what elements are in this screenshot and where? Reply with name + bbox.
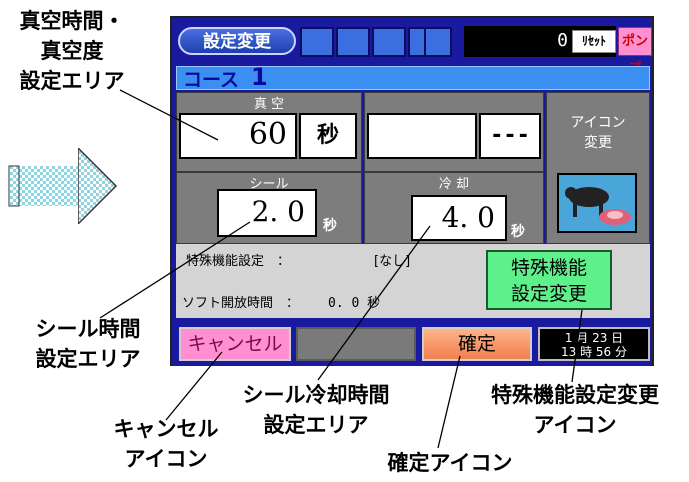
- cow-meat-icon[interactable]: [557, 173, 637, 233]
- callout-line: シール冷却時間: [242, 383, 390, 407]
- blank-cell: [336, 27, 370, 57]
- icon-change-line: 変更: [584, 135, 612, 151]
- cooling-time-value: 4. 0: [441, 201, 495, 234]
- cancel-button[interactable]: キャンセル: [179, 327, 291, 361]
- special-func-value: [なし]: [374, 254, 411, 269]
- seal-panel: シール 2. 0 秒: [176, 172, 362, 244]
- reset-button[interactable]: ﾘｾｯﾄ: [572, 30, 616, 53]
- blank-button: [296, 327, 416, 361]
- screen-footer: キャンセル 確定 1 月 23 日 13 時 56 分: [172, 322, 652, 366]
- course-bar: コース 1: [176, 63, 650, 91]
- date-time-display: 1 月 23 日 13 時 56 分: [538, 327, 650, 361]
- cooling-unit: 秒: [511, 224, 525, 240]
- seal-time-input[interactable]: 2. 0: [217, 189, 317, 237]
- counter-value: 0: [557, 30, 568, 51]
- callout-line: キャンセル: [113, 417, 219, 441]
- callout-line: 特殊機能設定変更: [491, 383, 659, 407]
- blank-cell: [300, 27, 334, 57]
- callout-line: アイコン: [124, 447, 208, 471]
- leader-line: [437, 355, 461, 449]
- arrow-outline-icon: [8, 165, 20, 207]
- cooling-panel: 冷 却 4. 0 秒: [364, 172, 544, 244]
- vacuum-level-unit: ---: [490, 123, 530, 148]
- icon-change-line: アイコン: [570, 115, 626, 131]
- vacuum-level-input[interactable]: [367, 113, 477, 159]
- vacuum-panel: 真 空 60 秒: [176, 92, 362, 172]
- confirm-button[interactable]: 確定: [422, 327, 532, 361]
- callout-seal-cool-area: シール冷却時間 設定エリア: [226, 380, 406, 440]
- screen-header: 設定変更 0 ﾘｾｯﾄ ポンプ: [172, 18, 652, 76]
- blank-cell: [424, 27, 452, 57]
- seal-unit: 秒: [323, 218, 337, 234]
- callout-line: 設定エリア: [35, 347, 141, 371]
- course-label: コース: [183, 69, 240, 91]
- right-arrow-shape: [10, 166, 82, 206]
- settings-change-button[interactable]: 設定変更: [178, 27, 296, 55]
- icon-change-panel[interactable]: アイコン 変更: [546, 92, 650, 244]
- course-number: 1: [251, 63, 268, 91]
- vacuum-time-input[interactable]: 60: [179, 113, 297, 159]
- special-func-line: 設定変更: [510, 283, 587, 305]
- soft-release-label: ソフト開放時間 ：: [182, 296, 300, 311]
- vacuum-title: 真 空: [253, 97, 285, 112]
- callout-confirm-icon: 確定アイコン: [370, 448, 530, 478]
- vacuum-level-unit-box: ---: [479, 113, 541, 159]
- callout-line: アイコン: [533, 413, 617, 437]
- callout-line: 設定エリア: [263, 413, 369, 437]
- vacuum-unit-box: 秒: [299, 113, 357, 159]
- special-func-label: 特殊機能設定 ：: [186, 254, 291, 269]
- cooling-title: 冷 却: [438, 177, 470, 192]
- soft-release-value: 0. 0 秒: [328, 296, 381, 311]
- callout-line: 確定アイコン: [387, 451, 513, 475]
- control-panel-screen: 設定変更 0 ﾘｾｯﾄ ポンプ コース 1 真 空 60 秒 --- アイコン: [170, 16, 654, 366]
- blank-cell: [372, 27, 406, 57]
- vacuum-unit: 秒: [316, 123, 339, 148]
- callout-line: 真空度: [40, 39, 104, 63]
- arrow-head-icon: [78, 148, 118, 224]
- cycle-counter: 0 ﾘｾｯﾄ: [464, 26, 616, 57]
- callout-line: 設定エリア: [19, 69, 125, 93]
- special-func-change-button[interactable]: 特殊機能 設定変更: [486, 250, 612, 310]
- pump-button[interactable]: ポンプ: [618, 27, 652, 76]
- callout-line: シール時間: [35, 317, 141, 341]
- callout-seal-time-area: シール時間 設定エリア: [18, 314, 158, 374]
- seal-time-value: 2. 0: [251, 195, 305, 228]
- vacuum-time-value: 60: [248, 117, 287, 152]
- clock-time: 13 時 56 分: [561, 345, 627, 359]
- callout-special-func-icon: 特殊機能設定変更 アイコン: [470, 380, 680, 440]
- callout-vacuum-area: 真空時間・ 真空度 設定エリア: [2, 6, 142, 96]
- callout-cancel-icon: キャンセル アイコン: [96, 414, 236, 474]
- special-func-line: 特殊機能: [510, 257, 587, 279]
- icon-change-label: アイコン 変更: [547, 113, 649, 153]
- cooling-time-input[interactable]: 4. 0: [411, 195, 507, 241]
- callout-line: 真空時間・: [19, 9, 125, 33]
- vacuum-level-panel: ---: [364, 92, 544, 172]
- clock-date: 1 月 23 日: [564, 331, 624, 345]
